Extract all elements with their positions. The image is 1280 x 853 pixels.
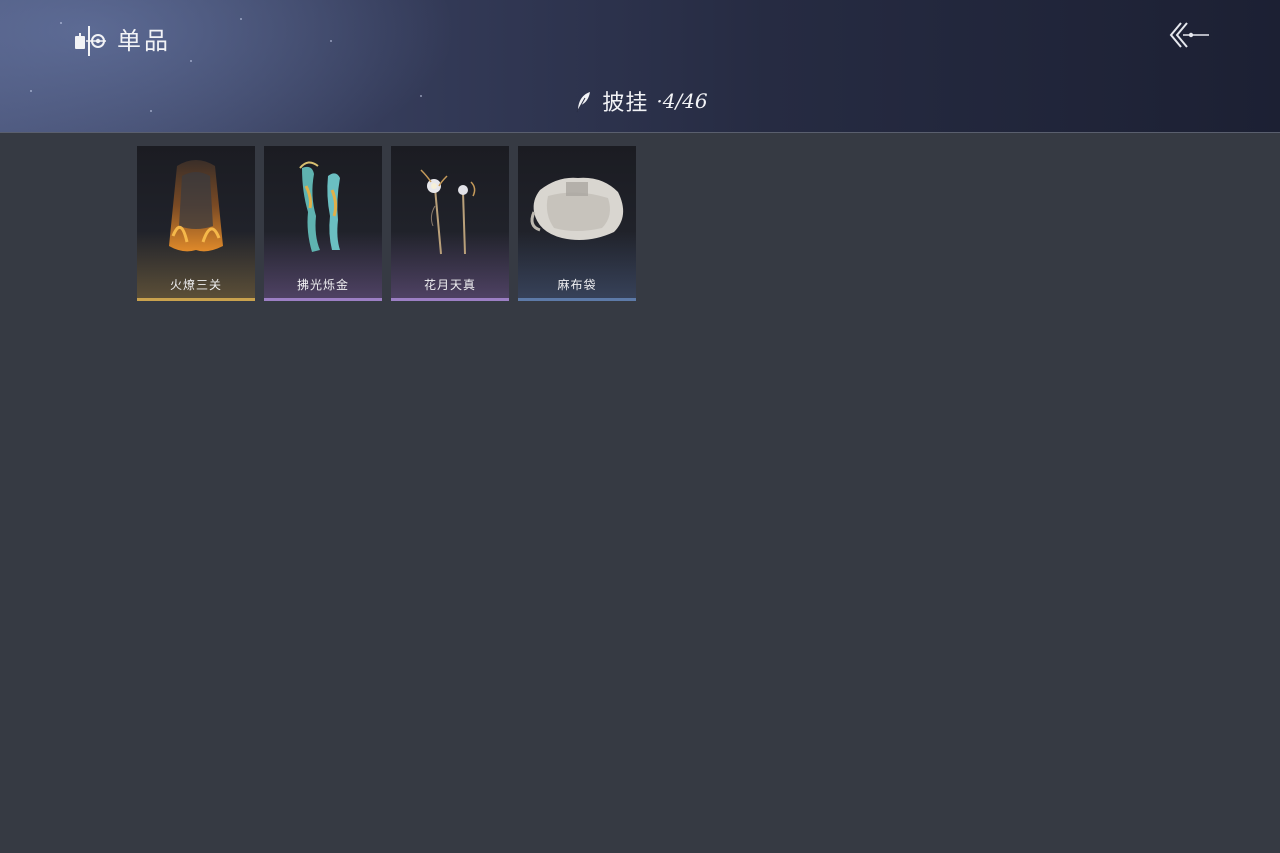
category-count: ·4/46 [656,89,708,113]
back-button[interactable] [1166,18,1212,52]
flame-veil-icon [169,160,223,252]
wardrobe-icon [75,26,106,56]
item-name: 麻布袋 [557,278,597,292]
header-bar: 单品 披挂 ·4/46 [0,0,1280,133]
category-title: 披挂 [602,91,649,116]
item-card[interactable]: 花月天真 [391,146,509,301]
item-name: 拂光烁金 [296,278,349,292]
item-name: 火燎三关 [169,278,222,292]
flower-hairpins-icon [420,169,476,255]
app-root: 单品 披挂 ·4/46 火燎三关 拂光烁金 花月天真 麻布袋 [0,0,1280,853]
feather-icon [576,92,591,113]
item-card[interactable]: 火燎三关 [137,146,255,301]
category-heading: 披挂 ·4/46 [0,84,1280,118]
item-grid: 火燎三关 拂光烁金 花月天真 麻布袋 [137,146,636,301]
item-card[interactable]: 麻布袋 [518,146,636,301]
double-chevron-back-icon [1169,22,1209,48]
page-title: 单品 [117,27,171,55]
cloth-sack-icon [530,177,624,240]
item-card[interactable]: 拂光烁金 [264,146,382,301]
ribbon-scarves-icon [299,161,340,252]
title-group: 单品 [73,24,171,58]
item-name: 花月天真 [423,278,476,292]
